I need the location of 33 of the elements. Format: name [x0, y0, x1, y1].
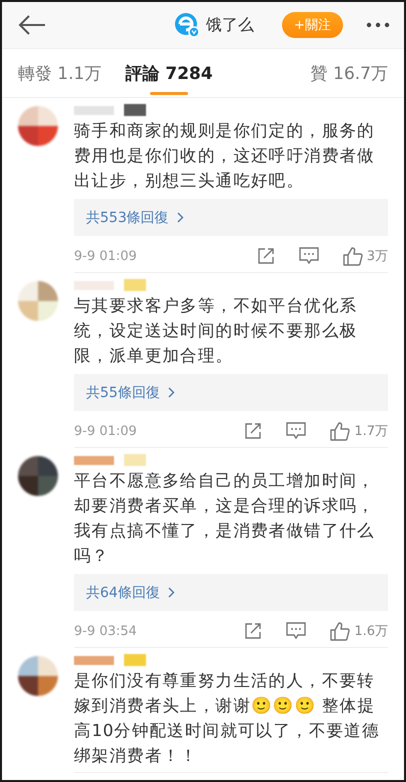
comment-time: 9-9 01:09	[74, 248, 137, 264]
more-icon[interactable]	[366, 22, 390, 28]
thumbs-up-icon[interactable]	[330, 622, 350, 640]
tab[interactable]: 贊 16.7万	[310, 50, 388, 96]
thumbs-up-icon[interactable]	[330, 422, 350, 440]
tab[interactable]: 評論 7284	[125, 50, 213, 96]
comment-time: 9-9 01:09	[74, 424, 137, 438]
comment-icon[interactable]	[286, 622, 306, 640]
comment-text: 是你们没有尊重努力生活的人，不要转嫁到消费者头上，谢谢🙂🙂🙂 整体提高10分钟配送时间就可以了，不要道德绑架消费者！！	[74, 670, 381, 767]
like-count: 1.6万	[354, 623, 388, 640]
replies-link[interactable]: 共64條回復	[74, 574, 388, 611]
logo-icon	[174, 12, 200, 38]
thumbs-up-icon[interactable]	[342, 246, 363, 266]
follow-button[interactable]: +關注	[282, 12, 343, 38]
like-count: 3万	[366, 248, 388, 265]
like-count: 1.7万	[354, 423, 388, 440]
chevron-right-icon	[168, 387, 175, 398]
tab[interactable]: 轉發 1.1万	[18, 50, 102, 96]
replies-link[interactable]: 共55條回復	[74, 374, 388, 411]
chevron-right-icon	[176, 212, 184, 223]
comment-icon[interactable]	[298, 247, 319, 265]
replies-link[interactable]: 共553條回復	[74, 199, 388, 236]
back-arrow-icon[interactable]	[18, 15, 46, 35]
comment-time: 9-9 03:54	[74, 624, 137, 638]
share-icon[interactable]	[244, 422, 262, 440]
comment-text: 骑手和商家的规则是你们定的，服务的费用也是你们收的，这还呼吁消费者做出让步，别想三头通吃好吧。	[74, 120, 376, 192]
account-name: 饿了么	[206, 14, 254, 36]
comment-icon[interactable]	[286, 422, 306, 440]
comment-text: 与其要求客户多等，不如平台优化系统，设定送达时间的时候不要那么极限，派单更加合理。	[74, 295, 358, 367]
share-icon[interactable]	[256, 247, 275, 265]
chevron-right-icon	[168, 587, 175, 598]
comment-text: 平台不愿意多给自己的员工增加时间，却要消费者买单，这是合理的诉求吗，我有点搞不懂了，是消费者做错了什么吗？	[74, 470, 376, 567]
share-icon[interactable]	[244, 622, 262, 640]
